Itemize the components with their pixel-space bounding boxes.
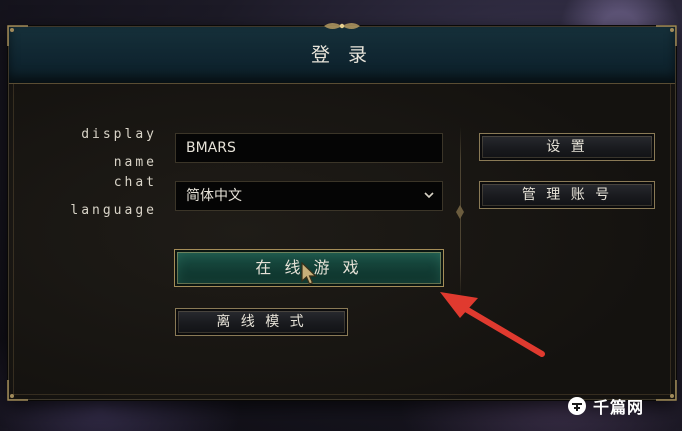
chat-language-label: chat language	[49, 169, 157, 225]
manage-account-button[interactable]: 管 理 账 号	[479, 181, 655, 209]
dialog-title: 登 录	[310, 44, 374, 66]
red-arrow-icon	[440, 292, 545, 357]
display-name-input[interactable]	[186, 134, 426, 162]
chat-language-value: 简体中文	[186, 188, 242, 204]
settings-button[interactable]: 设 置	[479, 133, 655, 161]
header-ornament-icon	[324, 23, 360, 29]
divider-gem-icon	[456, 205, 464, 219]
dialog-header: 登 录	[9, 27, 675, 84]
mouse-pointer-icon	[301, 262, 317, 285]
chat-language-label-line2: language	[70, 203, 157, 218]
corner-ornament-icon	[656, 25, 677, 46]
corner-ornament-icon	[7, 25, 28, 46]
corner-ornament-icon	[7, 380, 28, 401]
watermark-text: 千篇网	[593, 398, 645, 417]
login-dialog: 登 录 display name chat language 简体中文	[7, 23, 677, 401]
offline-mode-button[interactable]: 离 线 模 式	[175, 308, 348, 336]
chat-language-select[interactable]: 简体中文	[175, 181, 443, 211]
display-name-field[interactable]	[175, 133, 443, 163]
chevron-down-icon[interactable]	[424, 190, 434, 200]
qianpian-logo-icon	[568, 397, 586, 415]
display-name-label-line1: display	[81, 127, 157, 142]
watermark: 千篇网	[567, 388, 677, 424]
chat-language-label-line1: chat	[113, 175, 157, 190]
